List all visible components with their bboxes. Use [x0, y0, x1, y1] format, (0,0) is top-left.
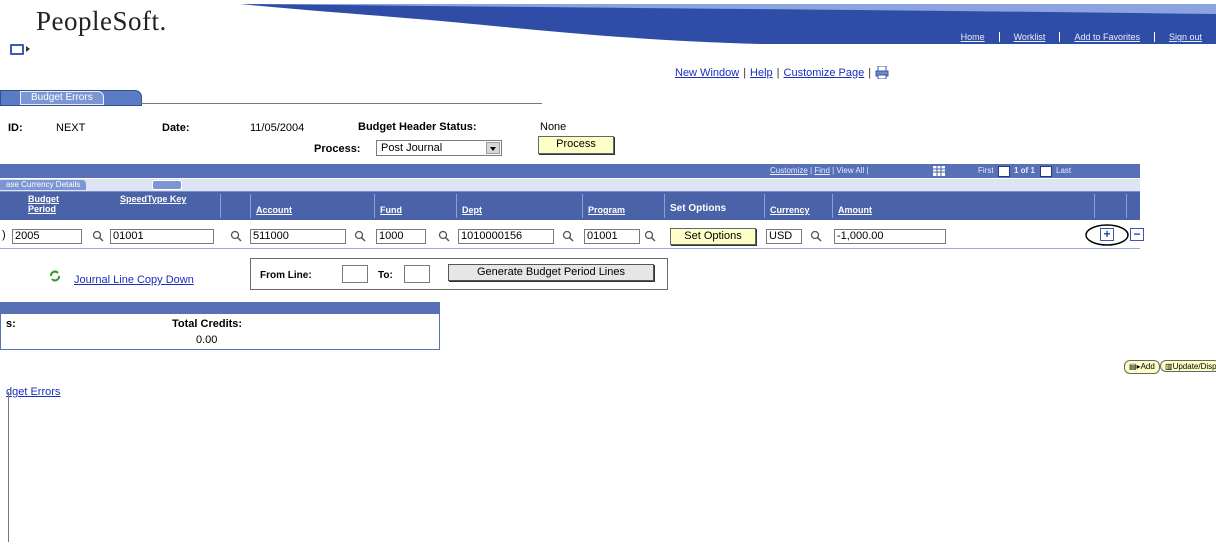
col-program[interactable]: Program	[588, 205, 625, 215]
help-link[interactable]: Help	[750, 67, 773, 79]
journal-line-copy-down-link[interactable]: Journal Line Copy Down	[74, 274, 194, 286]
column-divider	[374, 194, 375, 218]
date-value: 11/05/2004	[250, 122, 305, 134]
program-input[interactable]: 01001	[584, 229, 640, 244]
add-button[interactable]: ▤▸Add	[1124, 360, 1160, 374]
tab-base-currency-details[interactable]: ase Currency Details	[0, 180, 87, 190]
tab-underline	[140, 103, 542, 104]
account-input[interactable]: 511000	[250, 229, 346, 244]
arrow-left-icon[interactable]	[998, 166, 1010, 177]
generate-budget-period-lines-button[interactable]: Generate Budget Period Lines	[448, 264, 654, 281]
add-icon: ▤▸	[1129, 362, 1141, 371]
grid-download-icon[interactable]	[933, 166, 945, 176]
speedtype-key-input[interactable]: 01001	[110, 229, 214, 244]
col-amount[interactable]: Amount	[838, 205, 872, 215]
arrow-right-icon[interactable]	[1040, 166, 1052, 177]
set-options-button[interactable]: Set Options	[670, 228, 756, 245]
update-icon: ▥	[1165, 362, 1173, 371]
row-lead: )	[2, 229, 6, 241]
col-account[interactable]: Account	[256, 205, 292, 215]
nav-add-favorites-link[interactable]: Add to Favorites	[1059, 32, 1154, 42]
column-divider	[764, 194, 765, 218]
currency-input[interactable]: USD	[766, 229, 802, 244]
lookup-icon[interactable]	[230, 230, 242, 242]
menu-arrow-icon[interactable]	[26, 46, 30, 52]
show-all-columns-icon[interactable]	[152, 180, 182, 190]
add-button-label: Add	[1140, 362, 1155, 371]
total-credits-label: Total Credits:	[172, 318, 243, 330]
process-select[interactable]: Post Journal	[376, 140, 502, 156]
grid-customize-link[interactable]: Customize	[770, 166, 808, 175]
dept-input[interactable]: 1010000156	[458, 229, 554, 244]
update-display-button[interactable]: ▥Update/Displa	[1160, 360, 1216, 372]
top-navigation: Home Worklist Add to Favorites Sign out	[947, 30, 1216, 44]
grid-row-count: 1 of 1	[1014, 166, 1035, 175]
date-label: Date:	[162, 122, 190, 134]
lookup-icon[interactable]	[562, 230, 574, 242]
lookup-icon[interactable]	[810, 230, 822, 242]
col-set-options: Set Options	[670, 203, 727, 214]
col-fund[interactable]: Fund	[380, 205, 402, 215]
fund-input[interactable]: 1000	[376, 229, 426, 244]
column-divider	[1126, 194, 1127, 218]
menu-icon[interactable]	[10, 44, 24, 55]
refresh-icon[interactable]	[48, 270, 62, 282]
customize-page-link[interactable]: Customize Page	[784, 67, 865, 79]
totals-header-bar	[0, 302, 440, 314]
column-divider	[582, 194, 583, 218]
tab-budget-errors[interactable]: Budget Errors	[20, 91, 104, 105]
col-budget-period[interactable]: Budget Period	[28, 194, 78, 214]
chevron-down-icon[interactable]	[486, 142, 500, 154]
lookup-icon[interactable]	[644, 230, 656, 242]
add-row-button[interactable]: +	[1100, 228, 1114, 241]
budget-period-input[interactable]: 2005	[12, 229, 82, 244]
from-line-label: From Line:	[260, 270, 312, 281]
lookup-icon[interactable]	[438, 230, 450, 242]
to-line-input[interactable]	[404, 265, 430, 283]
process-button[interactable]: Process	[538, 136, 614, 154]
status-label: Budget Header Status:	[358, 121, 477, 133]
grid-first-label: First	[978, 166, 994, 175]
process-select-value: Post Journal	[381, 142, 443, 154]
status-value: None	[540, 121, 567, 133]
from-line-input[interactable]	[342, 265, 368, 283]
separator: |	[868, 66, 872, 79]
total-credits-value: 0.00	[196, 334, 218, 346]
grid-find-link[interactable]: Find	[814, 166, 830, 175]
lookup-icon[interactable]	[354, 230, 366, 242]
col-currency[interactable]: Currency	[770, 205, 810, 215]
grid-toolbar-links: Customize | Find | View All |	[770, 166, 869, 175]
grid-view-all-link[interactable]: View All	[836, 166, 864, 175]
id-label: ID:	[8, 122, 23, 134]
nav-sign-out-link[interactable]: Sign out	[1153, 32, 1216, 42]
left-frame-line	[8, 392, 9, 542]
column-divider	[664, 194, 665, 218]
column-divider	[832, 194, 833, 218]
col-speedtype-key[interactable]: SpeedType Key	[120, 194, 200, 204]
column-divider	[220, 194, 221, 218]
to-label: To:	[378, 270, 393, 281]
nav-worklist-link[interactable]: Worklist	[998, 32, 1060, 42]
peoplesoft-logo: PeopleSoft.	[36, 6, 167, 36]
grid-last-label: Last	[1056, 166, 1072, 175]
new-window-link[interactable]: New Window	[675, 67, 739, 79]
amount-input[interactable]: -1,000.00	[834, 229, 946, 244]
lookup-icon[interactable]	[92, 230, 104, 242]
update-display-label: Update/Displa	[1172, 362, 1216, 371]
column-divider	[456, 194, 457, 218]
col-dept[interactable]: Dept	[462, 205, 482, 215]
column-divider	[250, 194, 251, 218]
budget-errors-bottom-link[interactable]: dget Errors	[6, 386, 60, 398]
totals-left-label: s:	[6, 318, 16, 330]
nav-home-link[interactable]: Home	[947, 32, 999, 42]
process-label: Process:	[314, 143, 361, 155]
grid-toolbar	[0, 164, 1140, 178]
id-value: NEXT	[56, 122, 86, 134]
column-divider	[1094, 194, 1095, 218]
print-icon[interactable]	[875, 66, 889, 79]
header-links: New Window | Help | Customize Page |	[675, 66, 889, 79]
separator: |	[776, 66, 780, 79]
delete-row-button[interactable]: −	[1130, 228, 1144, 241]
separator: |	[743, 66, 747, 79]
